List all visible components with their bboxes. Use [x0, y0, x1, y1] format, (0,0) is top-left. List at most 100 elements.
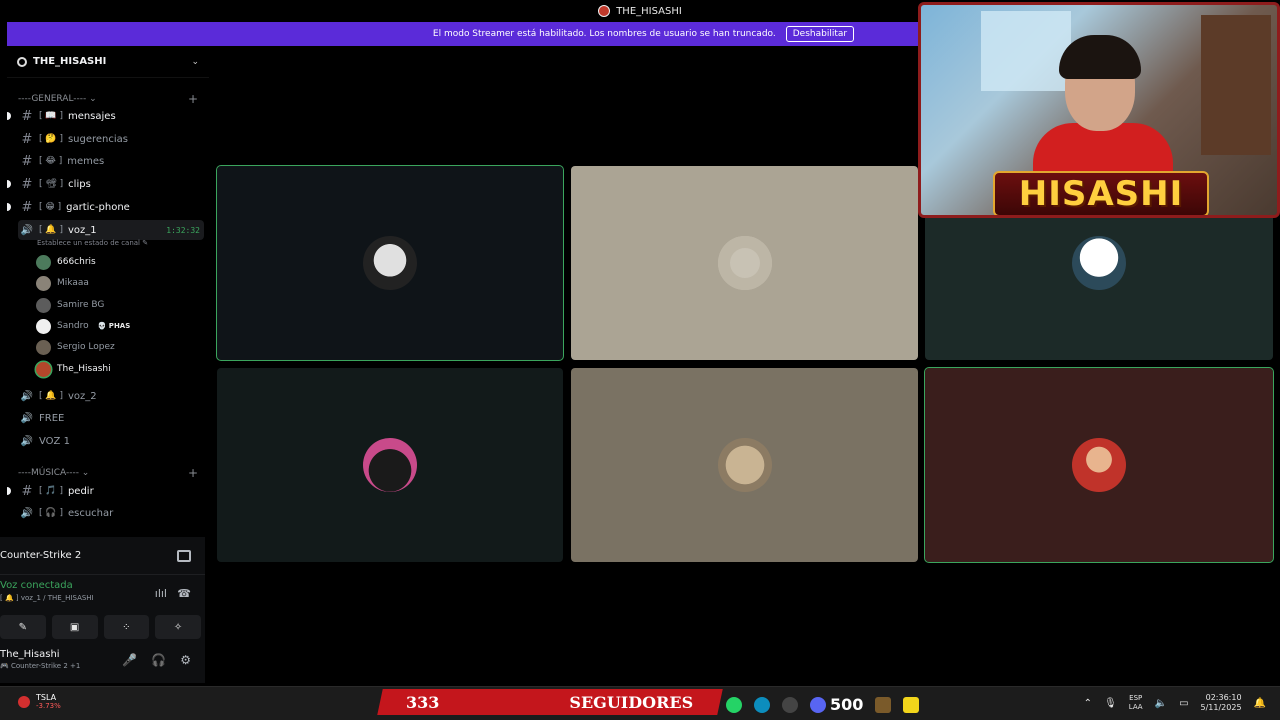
window-title: THE_HISASHI — [616, 5, 682, 17]
voice-member[interactable]: Mikaaa — [36, 273, 89, 293]
chevron-up-icon[interactable]: ⌃ — [1084, 698, 1092, 709]
avatar — [717, 236, 772, 290]
avatar — [363, 236, 417, 290]
server-icon — [17, 56, 27, 67]
channel-pedir[interactable]: # [ 🎵 ] pedir — [7, 481, 204, 501]
language-indicator[interactable]: ESP LAA — [1129, 694, 1143, 712]
channel-clips[interactable]: # [ 📽 ] clips — [7, 174, 204, 194]
clock[interactable]: 02:36:10 5/11/2025 — [1201, 693, 1242, 713]
user-panel: Counter-Strike 2 Voz conectada [ 🔔 ] voz… — [0, 537, 205, 683]
followers-label: SEGUIDORES — [569, 692, 694, 712]
microphone-icon[interactable]: 🎙 — [1104, 698, 1117, 709]
avatar — [36, 275, 51, 291]
category-musica[interactable]: ----MÚSICA---- ⌄ + — [18, 466, 198, 480]
channel-gartic-phone[interactable]: # [ 😁 ] gartic-phone — [7, 197, 204, 217]
disconnect-icon[interactable]: ☎ — [177, 587, 191, 600]
voice-channel-free[interactable]: 🔊 FREE — [18, 408, 204, 428]
chevron-down-icon[interactable]: ⌄ — [191, 57, 199, 67]
taskbar: TSLA -3.73% 333 SEGUIDORES 500 ⌃ 🎙 ESP L… — [0, 686, 1280, 720]
soundboard-button[interactable]: ✧ — [155, 615, 201, 639]
speaker-icon: 🔊 — [20, 435, 34, 447]
followers-overlay: 333 SEGUIDORES — [380, 689, 720, 715]
webcam-door — [1201, 15, 1271, 155]
member-name: Samire BG — [57, 300, 105, 310]
category-general[interactable]: ----GENERAL---- ⌄ + — [18, 92, 198, 106]
voice-timer: 1:32:32 — [166, 225, 200, 235]
activity-bar: Counter-Strike 2 — [0, 537, 205, 575]
avatar — [36, 339, 51, 355]
participant-tile[interactable] — [924, 367, 1274, 563]
voice-location[interactable]: [ 🔔 ] voz_1 / THE_HISASHI — [0, 594, 205, 602]
stream-game-icon[interactable] — [177, 549, 191, 562]
camera-button[interactable]: ✎ — [0, 615, 46, 639]
channel-label: voz_1 — [67, 224, 97, 236]
app-count: 500 — [830, 695, 864, 714]
avatar — [717, 438, 772, 492]
channel-sugerencias[interactable]: # [ 🤔 ] sugerencias — [18, 129, 204, 149]
channel-bracket: [ 🔔 ] — [39, 225, 63, 235]
screen-share-button[interactable]: ▣ — [51, 615, 98, 639]
voice-connection: Voz conectada [ 🔔 ] voz_1 / THE_HISASHI … — [0, 575, 205, 615]
hash-icon: # — [21, 131, 33, 147]
avatar — [36, 318, 51, 334]
chatgpt-icon[interactable] — [782, 696, 798, 713]
voice-status[interactable]: Voz conectada — [0, 580, 205, 591]
hash-icon: # — [21, 176, 33, 192]
channel-status-prompt[interactable]: Establece un estado de canal ✎ — [37, 239, 148, 247]
participant-tile[interactable] — [216, 165, 564, 361]
network-icon[interactable]: ▭ — [1179, 698, 1188, 709]
channel-memes[interactable]: # [ 😂 ] memes — [18, 151, 204, 171]
discord-icon[interactable] — [810, 696, 826, 713]
sticky-notes-icon[interactable] — [903, 696, 920, 713]
voice-channel-voz-1b[interactable]: 🔊 VOZ 1 — [18, 431, 204, 451]
volume-icon[interactable]: 🔈 — [1155, 698, 1167, 709]
lang-top: ESP — [1129, 694, 1143, 702]
edge-icon[interactable] — [754, 696, 770, 713]
hash-icon: # — [21, 108, 33, 124]
unread-indicator — [7, 487, 11, 495]
stock-widget[interactable]: TSLA -3.73% — [18, 693, 61, 710]
category-label: ----MÚSICA---- ⌄ — [18, 468, 90, 478]
system-tray: ⌃ 🎙 ESP LAA 🔈 ▭ 02:36:10 5/11/2025 🔔 — [1084, 693, 1266, 713]
gear-icon[interactable]: ⚙ — [180, 653, 191, 667]
participant-tile[interactable] — [217, 368, 563, 562]
avatar — [36, 361, 51, 377]
voice-member[interactable]: 666chris — [36, 252, 96, 272]
unread-indicator — [7, 203, 11, 211]
whatsapp-icon[interactable] — [726, 696, 742, 713]
avatar — [1072, 236, 1126, 290]
channel-label: pedir — [67, 485, 94, 497]
voice-tools: ✎ ▣ ⁘ ✧ — [0, 615, 205, 639]
add-channel-icon[interactable]: + — [188, 92, 198, 106]
participant-tile[interactable] — [571, 166, 918, 360]
voice-channel-escuchar[interactable]: 🔊 [ 🎧 ] escuchar — [18, 503, 204, 523]
avatar — [1072, 438, 1126, 492]
add-channel-icon[interactable]: + — [188, 466, 198, 480]
followers-count: 333 — [406, 692, 440, 712]
disable-streamer-button[interactable]: Deshabilitar — [785, 26, 855, 42]
app-icon[interactable] — [875, 696, 892, 713]
member-name: Mikaaa — [57, 278, 89, 288]
voice-member[interactable]: Samire BG — [36, 295, 104, 315]
hash-icon: # — [21, 483, 33, 499]
noise-suppression-icon[interactable]: ılıl — [155, 587, 167, 600]
stock-name: TSLA — [36, 693, 57, 702]
microphone-icon[interactable]: 🎤 — [122, 653, 137, 667]
voice-member[interactable]: Sergio Lopez — [36, 337, 115, 357]
server-header[interactable]: THE_HISASHI ⌄ — [7, 46, 209, 78]
speaker-icon: 🔊 — [20, 412, 34, 424]
clock-date: 5/11/2025 — [1200, 703, 1242, 712]
activities-button[interactable]: ⁘ — [103, 615, 150, 639]
voice-member[interactable]: Sandro 💀 PHAS — [36, 316, 130, 336]
voice-channel-voz-2[interactable]: 🔊 [ 🔔 ] voz_2 — [18, 386, 204, 406]
notification-icon[interactable]: 🔔 — [1254, 698, 1266, 709]
voice-channel-voz-1[interactable]: 🔊 [ 🔔 ] voz_1 1:32:32 — [18, 220, 204, 240]
user-info[interactable]: The_Hisashi 🎮 Counter-Strike 2 +1 🎤 🎧 ⚙ — [0, 639, 205, 679]
participant-tile[interactable] — [571, 368, 918, 562]
voice-member[interactable]: The_Hisashi — [36, 359, 111, 379]
avatar — [36, 297, 51, 313]
channel-label: memes — [67, 155, 105, 167]
channel-mensajes[interactable]: # [ 📖 ] mensajes — [7, 106, 204, 126]
channel-bracket: [ 😂 ] — [39, 156, 63, 166]
headphones-icon[interactable]: 🎧 — [151, 653, 166, 667]
